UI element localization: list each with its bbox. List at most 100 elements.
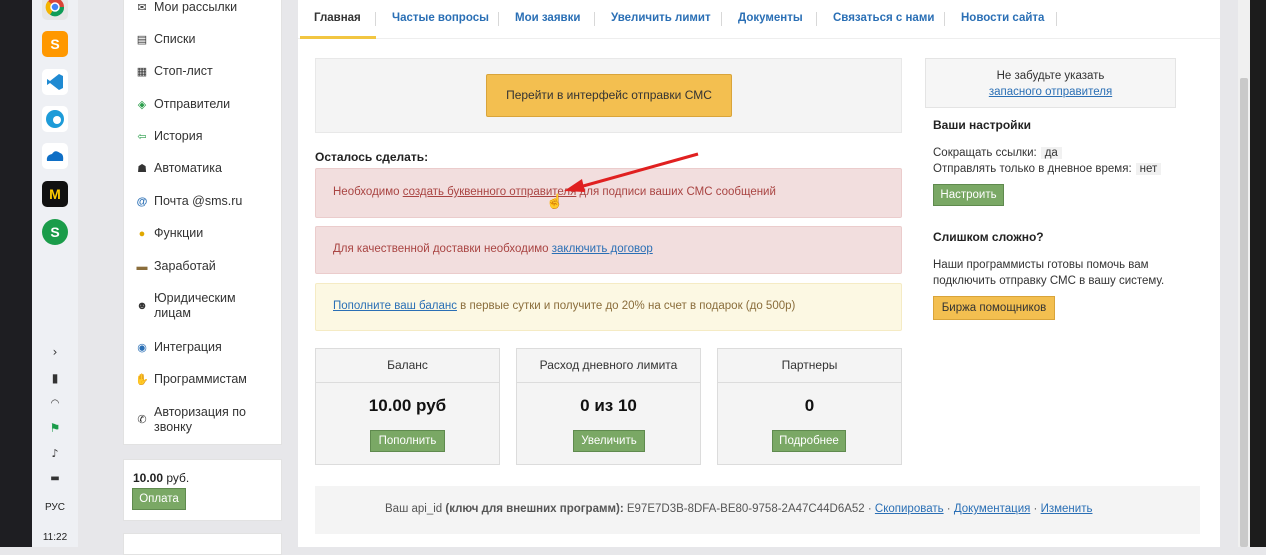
alert-text: Пополните ваш баланс в первые сутки и по… [333,300,795,312]
volume-icon[interactable]: ♪ [44,447,66,460]
card-balance: Баланс 10.00 руб Пополнить [315,348,500,465]
sidebar-item-label: Интеграция [154,340,222,354]
s-app-icon[interactable]: S [42,219,68,245]
balance-value: 10.00 [133,471,164,485]
backup-sender-note: Не забудьте указать запасного отправител… [925,58,1176,108]
tab-my-requests[interactable]: Мои заявки [515,12,580,24]
balance-unit: руб. [166,471,190,485]
documentation-link[interactable]: Документация [954,503,1031,515]
sidebar-item-mailings[interactable]: ✉ Мои рассылки [124,0,281,15]
tab-increase-limit[interactable]: Увеличить лимит [611,12,711,24]
tag-icon: ◈ [137,99,147,111]
tab-separator [721,12,722,26]
sidebar-item-senders[interactable]: ◈ Отправители [124,97,281,112]
sidebar-item-functions[interactable]: ● Функции [124,226,281,241]
integration-icon: ◉ [137,342,147,354]
alert-text-before: Необходимо [333,186,403,198]
sidebar-item-label: Стоп-лист [154,64,213,78]
balance-amount: 10.00 руб. [133,471,189,485]
tab-separator [944,12,945,26]
sidebar-item-integration[interactable]: ◉ Интеграция [124,340,281,355]
setting-label: Сокращать ссылки: [933,147,1037,159]
tab-faq[interactable]: Частые вопросы [392,12,489,24]
note-text: Не забудьте указать [996,70,1105,82]
todo-title: Осталось сделать: [315,150,429,164]
increase-limit-button[interactable]: Увеличить [573,430,645,452]
miranda-icon[interactable]: M [42,181,68,207]
card-value: 0 из 10 [580,396,637,415]
change-api-id-link[interactable]: Изменить [1041,503,1093,515]
topup-balance-link[interactable]: Пополните ваш баланс [333,300,457,312]
alert-text: Для качественной доставки необходимо зак… [333,243,653,255]
settings-title: Ваши настройки [933,118,1031,132]
too-hard-title: Слишком сложно? [933,230,1044,244]
microphone-icon[interactable]: ▮ [44,371,66,385]
tab-home[interactable]: Главная [314,12,361,24]
scrollbar-thumb[interactable] [1240,78,1248,547]
card-partners: Партнеры 0 Подробнее [717,348,902,465]
alert-contract: Для качественной доставки необходимо зак… [315,226,902,274]
copy-api-id-link[interactable]: Скопировать [875,503,944,515]
card-value: 10.00 руб [368,396,447,415]
sidebar-item-label: Списки [154,32,196,46]
tab-documents[interactable]: Документы [738,12,803,24]
alert-topup-bonus: Пополните ваш баланс в первые сутки и по… [315,283,902,331]
sidebar-item-legal-entities[interactable]: ☻ Юридическим лицам [124,291,281,321]
person-icon: ☻ [136,300,148,312]
sidebar-item-history[interactable]: ⇦ История [124,129,281,144]
api-label: Ваш api_id [385,503,446,515]
tab-contact[interactable]: Связаться с нами [833,12,934,24]
setting-daytime-only: Отправлять только в дневное время: нет [933,163,1162,175]
onedrive-icon[interactable] [42,143,68,169]
chrome-icon[interactable] [42,0,68,20]
bulb-icon: ● [138,228,146,240]
api-id-line: Ваш api_id (ключ для внешних программ): … [385,503,1092,515]
pay-button[interactable]: Оплата [132,488,186,510]
sublime-icon[interactable]: S [42,31,68,57]
partners-more-button[interactable]: Подробнее [772,430,846,452]
vscode-icon[interactable] [42,69,68,95]
tab-separator [1056,12,1057,26]
os-taskbar: S M S › ▮ ◠ ⚑ ♪ ▬ РУС 11:22 [0,0,78,547]
setting-shorten-links: Сокращать ссылки: да [933,147,1062,159]
sidebar-item-email[interactable]: @ Почта @sms.ru [124,194,281,209]
language-indicator[interactable]: РУС [36,502,74,513]
sidebar-item-label: Автоматика [154,161,222,175]
sidebar-item-label: Заработай [154,259,216,273]
sign-contract-link[interactable]: заключить договор [552,243,653,255]
tab-separator [375,12,376,26]
api-id-value: E97E7D3B-8DFA-BE80-9758-2A47C44D6A52 [626,503,865,515]
flag-icon[interactable]: ⚑ [44,421,66,435]
edge-icon[interactable] [42,106,68,132]
topup-button[interactable]: Пополнить [370,430,445,452]
card-daily-limit: Расход дневного лимита 0 из 10 Увеличить [516,348,701,465]
configure-button[interactable]: Настроить [933,184,1004,206]
tab-news[interactable]: Новости сайта [961,12,1044,24]
window-edge [1250,0,1266,547]
sidebar-item-call-auth[interactable]: ✆ Авторизация по звонку [124,405,281,435]
go-to-send-sms-button[interactable]: Перейти в интерфейс отправки СМС [486,74,732,117]
sidebar-item-automation[interactable]: ☗ Автоматика [124,161,281,176]
taskbar-edge [0,0,32,547]
backup-sender-link[interactable]: запасного отправителя [926,86,1175,98]
helpers-exchange-button[interactable]: Биржа помощников [933,296,1055,320]
battery-icon[interactable]: ▬ [44,473,66,484]
main-content: Главная Частые вопросы Мои заявки Увелич… [298,0,1220,547]
sidebar-item-lists[interactable]: ▤ Списки [124,32,281,47]
sidebar-extra-box [123,533,282,555]
separator: · [864,503,875,515]
api-id-bar: Ваш api_id (ключ для внешних программ): … [315,486,1200,534]
setting-label: Отправлять только в дневное время: [933,163,1132,175]
clock[interactable]: 11:22 [36,532,74,543]
help-text-line2: подключить отправку СМС в вашу систему. [933,275,1165,287]
hand-icon: ✋ [135,374,149,386]
wifi-icon[interactable]: ◠ [44,398,66,409]
sidebar-item-label: Почта @sms.ru [154,194,243,208]
card-title: Партнеры [718,349,901,383]
sidebar-item-developers[interactable]: ✋ Программистам [124,372,281,387]
sidebar-item-stop-list[interactable]: ▦ Стоп-лист [124,64,281,79]
separator: · [943,503,954,515]
sidebar-item-earn[interactable]: ▬ Заработай [124,259,281,274]
chevron-right-icon[interactable]: › [44,345,66,359]
sidebar-item-label: Отправители [154,97,231,111]
